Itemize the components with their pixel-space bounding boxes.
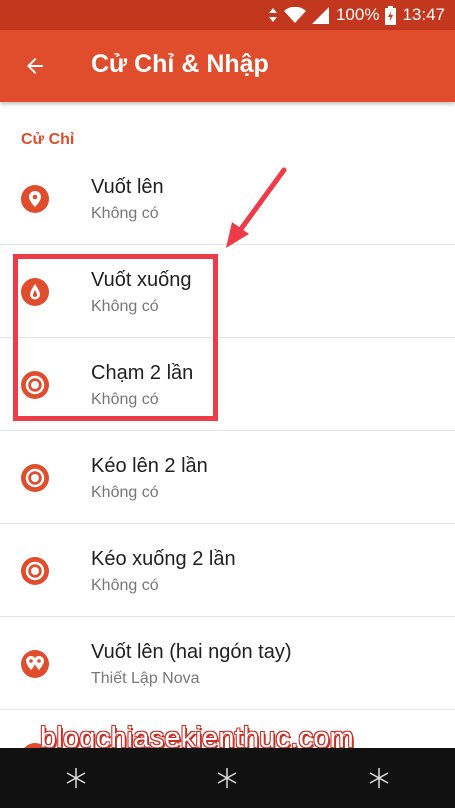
signal-icon xyxy=(311,6,330,24)
battery-charging-icon xyxy=(385,5,397,25)
list-item-title: Vuốt lên (hai ngón tay) xyxy=(91,641,292,663)
list-item-title: Kéo lên 2 lần xyxy=(91,455,208,477)
double-tap-icon xyxy=(21,464,49,492)
highlight-box xyxy=(13,254,218,421)
section-header: Cử Chỉ xyxy=(21,131,75,148)
list-item-subtitle: Không có xyxy=(91,205,159,222)
list-item-title: Vuốt lên xyxy=(91,176,164,198)
nav-recents-snowflake-icon[interactable] xyxy=(364,763,394,793)
list-item-double-swipe-down[interactable]: Kéo xuống 2 lần Không có xyxy=(0,524,455,617)
back-arrow-icon xyxy=(27,58,43,74)
list-item-subtitle: Không có xyxy=(91,484,159,501)
list-item-subtitle: Thiết Lập Nova xyxy=(91,670,200,687)
list-item-swipe-up[interactable]: Vuốt lên Không có xyxy=(0,152,455,245)
list-item-two-finger-swipe-up[interactable]: Vuốt lên (hai ngón tay) Thiết Lập Nova xyxy=(0,617,455,710)
two-pins-icon xyxy=(21,650,49,678)
wifi-icon xyxy=(283,6,306,24)
navigation-bar xyxy=(0,748,455,808)
list-item-double-swipe-up[interactable]: Kéo lên 2 lần Không có xyxy=(0,431,455,524)
data-arrows-icon xyxy=(268,7,278,23)
nav-home-snowflake-icon[interactable] xyxy=(212,763,242,793)
status-bar: 100% 13:47 xyxy=(0,0,455,30)
location-pin-icon xyxy=(21,185,49,213)
page-title: Cử Chỉ & Nhập xyxy=(91,50,269,78)
status-time: 13:47 xyxy=(402,5,445,24)
app-bar: Cử Chỉ & Nhập xyxy=(0,30,455,102)
list-item-title: Kéo xuống 2 lần xyxy=(91,548,236,570)
nav-back-snowflake-icon[interactable] xyxy=(61,763,91,793)
battery-percent: 100% xyxy=(335,5,380,24)
gesture-list: Vuốt lên Không có Vuốt xuống Không có Ch… xyxy=(0,152,455,803)
double-tap-icon xyxy=(21,557,49,585)
back-button[interactable] xyxy=(20,51,50,81)
list-item-subtitle: Không có xyxy=(91,577,159,594)
